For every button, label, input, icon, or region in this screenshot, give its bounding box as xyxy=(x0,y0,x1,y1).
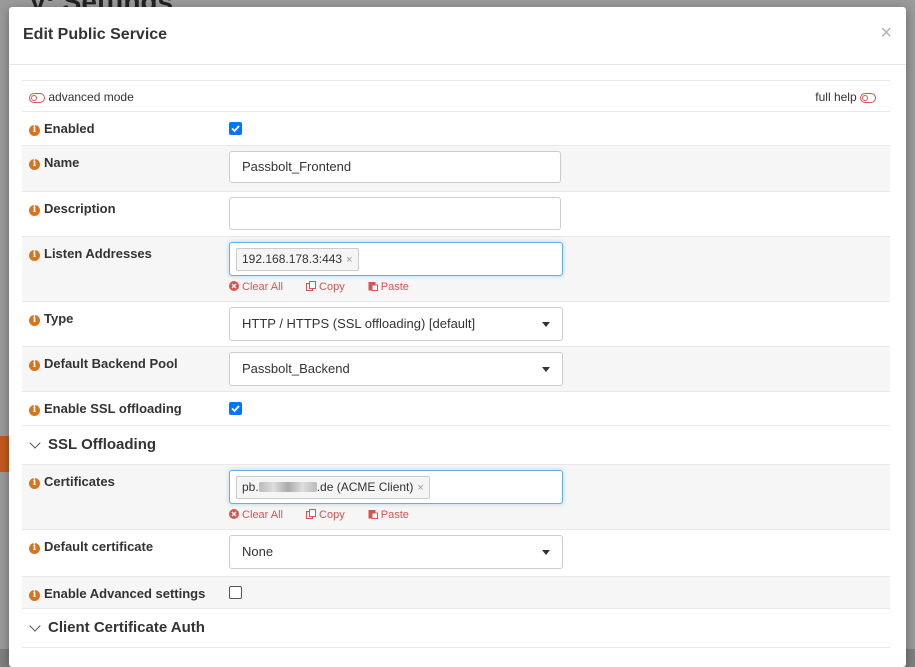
row-default-certificate: i Default certificate None xyxy=(22,530,890,577)
redacted-text xyxy=(258,482,317,492)
caret-down-icon xyxy=(542,367,550,372)
listen-addresses-actions: Clear All Copy Paste xyxy=(229,281,563,293)
modal-title: Edit Public Service xyxy=(23,26,168,43)
certificates-input[interactable]: pb. .de (ACME Client) × xyxy=(229,470,563,504)
advanced-mode-label: advanced mode xyxy=(48,90,134,104)
chevron-down-icon xyxy=(29,620,41,632)
info-icon[interactable]: i xyxy=(29,125,40,136)
label-enabled: i Enabled xyxy=(29,121,95,136)
label-default-certificate: i Default certificate xyxy=(29,539,153,554)
label-certificates: i Certificates xyxy=(29,474,115,489)
clear-all-button[interactable]: Clear All xyxy=(229,509,293,521)
row-listen-addresses: i Listen Addresses 192.168.178.3:443 × Cle… xyxy=(22,237,890,302)
label-description: i Description xyxy=(29,201,116,216)
caret-down-icon xyxy=(542,322,550,327)
section-client-certificate-auth-title: Client Certificate Auth xyxy=(48,619,205,636)
label-listen-addresses: i Listen Addresses xyxy=(29,246,152,261)
caret-down-icon xyxy=(542,550,550,555)
form-content: advanced mode full help i Enabled i Name P… xyxy=(22,80,890,648)
info-icon[interactable]: i xyxy=(29,159,40,170)
label-default-backend-pool: i Default Backend Pool xyxy=(29,356,178,371)
name-input[interactable]: Passbolt_Frontend xyxy=(229,151,561,183)
section-ssl-offloading-title: SSL Offloading xyxy=(48,436,157,453)
enabled-checkbox[interactable] xyxy=(229,122,242,135)
row-name: i Name Passbolt_Frontend xyxy=(22,146,890,192)
default-certificate-select[interactable]: None xyxy=(229,535,563,569)
section-ssl-offloading[interactable]: SSL Offloading xyxy=(22,426,890,465)
copy-button[interactable]: Copy xyxy=(306,281,355,293)
label-name: i Name xyxy=(29,155,79,170)
info-icon[interactable]: i xyxy=(29,250,40,261)
info-icon[interactable]: i xyxy=(29,405,40,416)
mode-row: advanced mode full help xyxy=(22,80,890,112)
row-type: i Type HTTP / HTTPS (SSL offloading) [def… xyxy=(22,302,890,347)
copy-button[interactable]: Copy xyxy=(306,509,355,521)
info-icon[interactable]: i xyxy=(29,205,40,216)
default-backend-pool-select[interactable]: Passbolt_Backend xyxy=(229,352,563,386)
info-icon[interactable]: i xyxy=(29,543,40,554)
enable-ssl-offloading-checkbox[interactable] xyxy=(229,402,242,415)
type-select[interactable]: HTTP / HTTPS (SSL offloading) [default] xyxy=(229,307,563,341)
enabled-checkbox-wrap xyxy=(229,122,242,135)
edit-public-service-dialog: Edit Public Service × advanced mode full… xyxy=(9,7,906,667)
paste-button[interactable]: Paste xyxy=(368,509,419,521)
full-help-label: full help xyxy=(815,90,857,104)
certificates-actions: Clear All Copy Paste xyxy=(229,509,563,521)
info-icon[interactable]: i xyxy=(29,590,40,601)
remove-tag-icon[interactable]: × xyxy=(417,482,423,494)
label-enable-ssl-offloading: i Enable SSL offloading xyxy=(29,401,182,416)
row-default-backend-pool: i Default Backend Pool Passbolt_Backend xyxy=(22,347,890,392)
modal-header: Edit Public Service × xyxy=(9,7,906,65)
full-help-toggle[interactable]: full help xyxy=(815,90,876,104)
row-enable-ssl-offloading: i Enable SSL offloading xyxy=(22,392,890,426)
enable-advanced-settings-checkbox[interactable] xyxy=(229,586,242,599)
row-enable-advanced-settings: i Enable Advanced settings xyxy=(22,577,890,609)
info-icon[interactable]: i xyxy=(29,315,40,326)
info-icon[interactable]: i xyxy=(29,360,40,371)
chevron-down-icon xyxy=(29,437,41,449)
advanced-mode-toggle[interactable]: advanced mode xyxy=(29,90,134,104)
listen-addresses-input[interactable]: 192.168.178.3:443 × xyxy=(229,242,563,276)
clear-all-button[interactable]: Clear All xyxy=(229,281,293,293)
certificate-tag: pb. .de (ACME Client) × xyxy=(236,476,430,499)
label-type: i Type xyxy=(29,311,73,326)
row-enabled: i Enabled xyxy=(22,112,890,146)
close-icon[interactable]: × xyxy=(880,22,892,45)
info-icon[interactable]: i xyxy=(29,478,40,489)
description-input[interactable] xyxy=(229,197,561,230)
remove-tag-icon[interactable]: × xyxy=(346,254,352,266)
toggle-off-icon xyxy=(29,92,45,103)
row-certificates: i Certificates pb. .de (ACME Client) × Clea… xyxy=(22,465,890,530)
toggle-off-icon xyxy=(860,92,876,103)
paste-button[interactable]: Paste xyxy=(368,281,419,293)
section-client-certificate-auth[interactable]: Client Certificate Auth xyxy=(22,609,890,648)
row-description: i Description xyxy=(22,192,890,237)
listen-address-tag: 192.168.178.3:443 × xyxy=(236,248,359,271)
label-enable-advanced-settings: i Enable Advanced settings xyxy=(29,586,205,601)
